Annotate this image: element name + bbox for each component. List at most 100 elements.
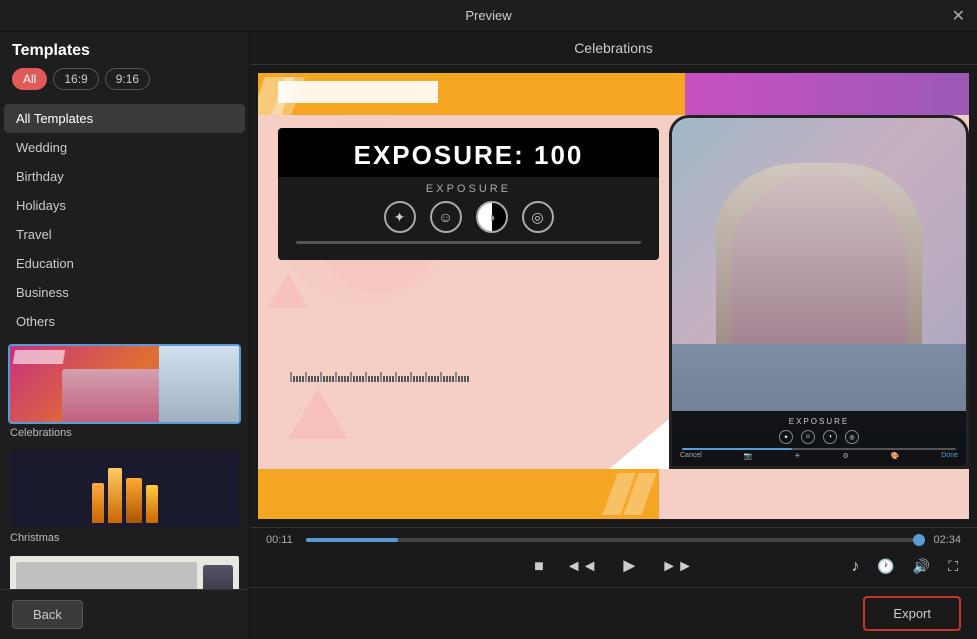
title-bar: Preview ✕	[0, 0, 977, 32]
phone-cancel-done: Cancel 📷 ☀ ⚙ 🎨 Done	[676, 450, 962, 462]
forward-button[interactable]: ►►	[658, 555, 696, 579]
fullscreen-button[interactable]: ⛶	[945, 555, 961, 578]
clock-icon: 🕐	[877, 558, 894, 575]
category-others[interactable]: Others	[0, 307, 249, 336]
phone-icon1: ✦	[779, 430, 793, 444]
phone-icon4: ◎	[845, 430, 859, 444]
category-birthday[interactable]: Birthday	[0, 162, 249, 191]
sidebar-header: Templates All 16:9 9:16	[0, 32, 249, 104]
exp-icon-contrast: ◑	[476, 201, 508, 233]
template-thumb-celebrations	[8, 344, 241, 424]
category-holidays[interactable]: Holidays	[0, 191, 249, 220]
back-button[interactable]: Back	[12, 600, 83, 629]
thumb-celebrations-bg	[10, 346, 239, 422]
celebration-preview: EXPOSURE: 100 EXPOSURE ✦ ☺ ◑ ◎	[258, 73, 969, 519]
thumb-christmas-bg	[10, 451, 239, 527]
exp-icon-magic: ✦	[384, 201, 416, 233]
top-text-box	[278, 81, 438, 103]
phone-person-silhouette	[716, 163, 922, 344]
filter-tab-16-9[interactable]: 16:9	[53, 68, 98, 90]
category-business[interactable]: Business	[0, 278, 249, 307]
sidebar-footer: Back	[0, 589, 249, 639]
stop-button[interactable]: ■	[531, 555, 547, 579]
close-button[interactable]: ✕	[952, 6, 965, 26]
white-corner	[609, 419, 669, 469]
template-label-celebrations: Celebrations	[8, 427, 241, 439]
time-total: 02:34	[931, 534, 961, 546]
exposure-slider: // We'll render ticks via inline styles …	[284, 241, 653, 254]
phone-slider	[682, 448, 956, 450]
slider-ticks-visual	[278, 368, 659, 382]
filter-tab-9-16[interactable]: 9:16	[105, 68, 150, 90]
sidebar-title: Templates	[12, 42, 237, 60]
volume-icon: 🔊	[913, 558, 930, 575]
phone-cancel: Cancel	[680, 452, 702, 460]
music-button[interactable]: ♪	[848, 555, 862, 579]
time-current: 00:11	[266, 534, 296, 546]
bottom-slashes	[610, 469, 649, 519]
progress-fill	[306, 538, 398, 542]
exposure-box: EXPOSURE: 100 EXPOSURE ✦ ☺ ◑ ◎	[278, 128, 659, 260]
exposure-icons: ✦ ☺ ◑ ◎	[284, 201, 653, 233]
template-thumb-demo1	[8, 554, 241, 589]
phone-panel-icons: ✦ ☺ ◑ ◎	[676, 430, 962, 444]
phone-icon2: ☺	[801, 430, 815, 444]
filter-tab-all[interactable]: All	[12, 68, 47, 90]
bottom-bar-footer: Export	[250, 587, 977, 639]
clock-button[interactable]: 🕐	[874, 555, 897, 578]
play-button[interactable]: ►	[616, 552, 642, 581]
exposure-sub-text: EXPOSURE	[284, 183, 653, 195]
phone-screen: EXPOSURE ✦ ☺ ◑ ◎ Cancel	[672, 118, 966, 466]
preview-canvas: EXPOSURE: 100 EXPOSURE ✦ ☺ ◑ ◎	[250, 65, 977, 527]
main-layout: Templates All 16:9 9:16 All Templates We…	[0, 32, 977, 639]
phone-art: 🎨	[891, 452, 900, 460]
phone-mockup: EXPOSURE ✦ ☺ ◑ ◎ Cancel	[669, 115, 969, 469]
controls-row: ■ ◄◄ ► ►► ♪ 🕐 🔊 ⛶	[266, 552, 961, 581]
template-list: Celebrations Christmas	[0, 340, 249, 589]
export-button[interactable]: Export	[863, 596, 961, 631]
phone-panel-title: EXPOSURE	[676, 417, 962, 426]
template-thumb-christmas	[8, 449, 241, 529]
thumb-demo1-bg	[10, 556, 239, 589]
template-label-christmas: Christmas	[8, 532, 241, 544]
exposure-title: EXPOSURE: 100	[278, 128, 659, 177]
right-controls: ♪ 🕐 🔊 ⛶	[848, 555, 961, 579]
exposure-sub: EXPOSURE ✦ ☺ ◑ ◎	[278, 177, 659, 260]
sidebar: Templates All 16:9 9:16 All Templates We…	[0, 32, 250, 639]
template-christmas[interactable]: Christmas	[8, 449, 241, 544]
volume-button[interactable]: 🔊	[910, 555, 933, 578]
playback-bar: 00:11 02:34 ■ ◄◄ ► ►► ♪ 🕐	[250, 527, 977, 587]
preview-header: Celebrations	[250, 32, 977, 65]
filter-tabs: All 16:9 9:16	[12, 68, 237, 90]
category-education[interactable]: Education	[0, 249, 249, 278]
slider-ticks-row	[296, 241, 641, 244]
category-travel[interactable]: Travel	[0, 220, 249, 249]
phone-slider-fill	[682, 448, 792, 450]
top-purple	[685, 73, 969, 115]
slider-track	[296, 241, 641, 244]
tri1	[288, 389, 348, 439]
phone-camera: 📷	[744, 452, 753, 460]
phone-something: ⚙	[842, 452, 848, 460]
exp-icon-circle: ◎	[522, 201, 554, 233]
preview-area: Celebrations	[250, 32, 977, 639]
tri2	[268, 273, 308, 308]
progress-thumb	[913, 534, 925, 546]
phone-icon3: ◑	[823, 430, 837, 444]
category-all-templates[interactable]: All Templates	[4, 104, 245, 133]
template-demonstration1[interactable]: Demonstration	[8, 554, 241, 589]
category-wedding[interactable]: Wedding	[0, 133, 249, 162]
progress-track[interactable]	[306, 538, 921, 542]
phone-done: Done	[941, 452, 958, 460]
phone-person-image	[672, 118, 966, 344]
rewind-button[interactable]: ◄◄	[563, 555, 601, 579]
fullscreen-icon: ⛶	[948, 558, 958, 575]
exp-icon-smile: ☺	[430, 201, 462, 233]
template-celebrations[interactable]: Celebrations	[8, 344, 241, 439]
progress-row: 00:11 02:34	[266, 534, 961, 546]
phone-bottom-panel: EXPOSURE ✦ ☺ ◑ ◎ Cancel	[672, 411, 966, 466]
bottom-bar	[258, 469, 659, 519]
category-list: All Templates Wedding Birthday Holidays …	[0, 104, 249, 340]
window-title: Preview	[465, 8, 511, 23]
phone-sun: ☀	[794, 452, 800, 460]
